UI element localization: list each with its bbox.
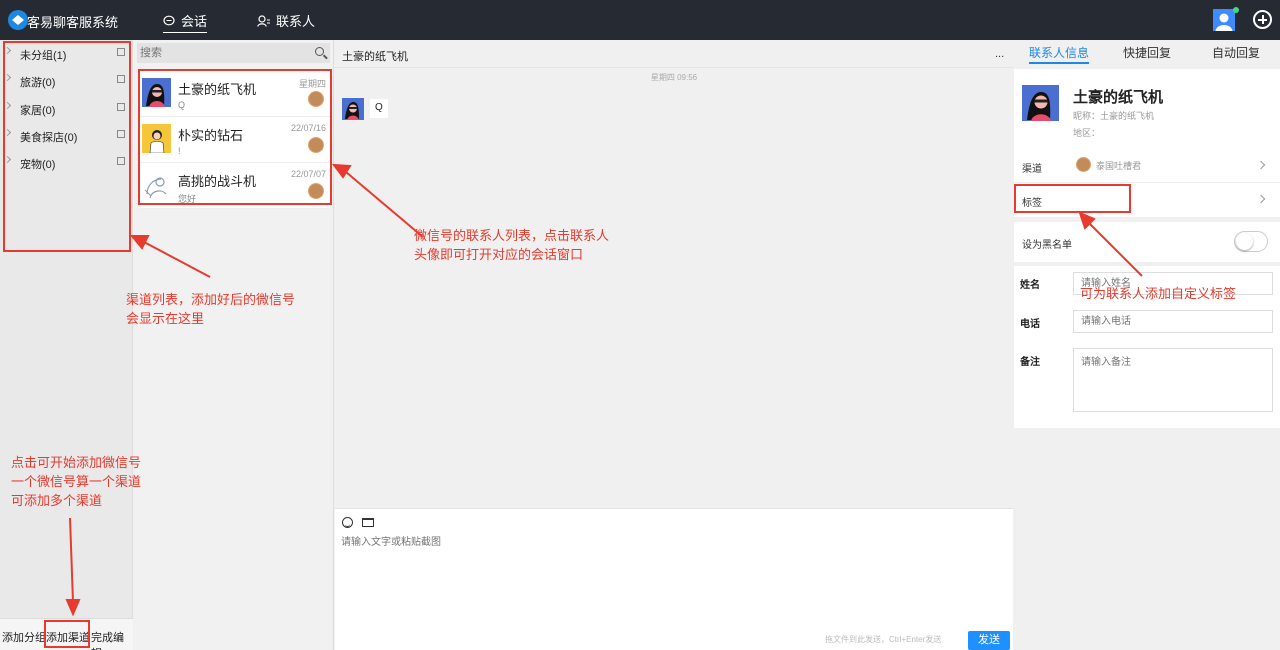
annotation-arrowhead-contact-list [331, 163, 352, 179]
annotation-text-tags: 可为联系人添加自定义标签 [1080, 286, 1237, 301]
annotation-text-add-channel: 点击可开始添加微信号 一个微信号算一个渠道 可添加多个渠道 [11, 455, 142, 508]
annotation-arrow-tags [1086, 220, 1143, 277]
annotation-text-contact-list: 微信号的联系人列表，点击联系人 头像即可打开对应的会话窗口 [414, 228, 610, 262]
annotation-arrow-add-channel [69, 517, 74, 603]
annotation-arrowhead-channel-list [129, 235, 150, 250]
annotation-text-channel-list: 渠道列表，添加好后的微信号 会显示在这里 [126, 292, 296, 326]
annotation-arrow-channel-list [143, 241, 211, 278]
annotation-arrowhead-add-channel [65, 599, 81, 617]
annotation-arrow-contact-list [345, 171, 424, 238]
